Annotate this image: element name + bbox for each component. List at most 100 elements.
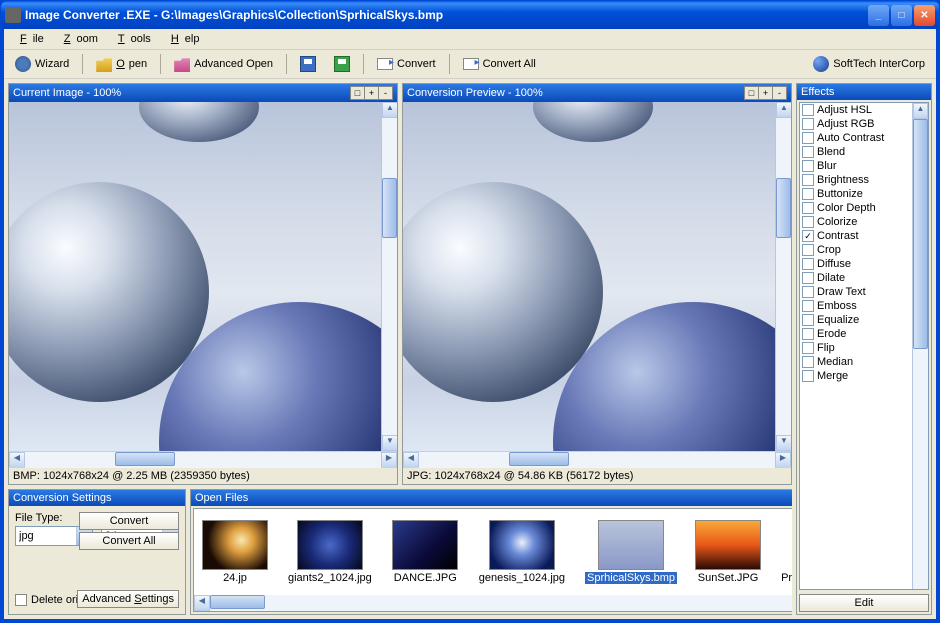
files-hscroll-thumb[interactable] (210, 595, 265, 609)
open-button[interactable]: Open (89, 53, 154, 75)
convert-all-button[interactable]: Convert All (456, 55, 543, 73)
hscroll-thumb[interactable] (115, 452, 175, 466)
file-thumbnail[interactable]: DANCE.JPG (392, 520, 459, 584)
close-button[interactable]: ✕ (914, 5, 935, 26)
advanced-settings-button[interactable]: Advanced Settings (77, 590, 179, 608)
effect-checkbox[interactable] (802, 202, 814, 214)
effect-checkbox[interactable] (802, 356, 814, 368)
hscroll-left[interactable]: ◀ (9, 452, 25, 468)
hscroll-right[interactable]: ▶ (775, 452, 791, 468)
effect-item[interactable]: Equalize (800, 313, 928, 327)
effect-checkbox[interactable] (802, 146, 814, 158)
settings-convert-button[interactable]: Convert (79, 512, 179, 530)
maximize-button[interactable]: □ (891, 5, 912, 26)
effect-item[interactable]: Blend (800, 145, 928, 159)
preview-image-view[interactable] (403, 102, 775, 451)
zoom-out-button[interactable]: - (378, 86, 393, 100)
effects-scroll-up[interactable]: ▲ (913, 103, 928, 119)
effect-checkbox[interactable] (802, 286, 814, 298)
effect-item[interactable]: ✓Contrast (800, 229, 928, 243)
effect-checkbox[interactable] (802, 314, 814, 326)
effect-checkbox[interactable] (802, 370, 814, 382)
effect-item[interactable]: Color Depth (800, 201, 928, 215)
vscroll-down[interactable]: ▼ (382, 435, 397, 451)
vscroll-track[interactable] (382, 118, 397, 435)
vscroll-thumb[interactable] (776, 178, 791, 238)
zoom-in-button[interactable]: + (758, 86, 773, 100)
effect-checkbox[interactable] (802, 188, 814, 200)
effects-scroll-thumb[interactable] (913, 119, 928, 349)
effect-item[interactable]: Erode (800, 327, 928, 341)
effects-edit-button[interactable]: Edit (799, 594, 929, 612)
file-type-input[interactable] (16, 527, 76, 545)
save-button-1[interactable] (293, 53, 323, 75)
effect-checkbox[interactable]: ✓ (802, 230, 814, 242)
effect-checkbox[interactable] (802, 244, 814, 256)
effect-checkbox[interactable] (802, 132, 814, 144)
file-thumbnail[interactable]: PreviewImage.jpg (779, 520, 792, 584)
file-thumbnail[interactable]: giants2_1024.jpg (286, 520, 374, 584)
vscroll-down[interactable]: ▼ (776, 435, 791, 451)
titlebar[interactable]: Image Converter .EXE - G:\Images\Graphic… (1, 1, 939, 29)
files-hscroll-left[interactable]: ◀ (194, 595, 210, 611)
effect-checkbox[interactable] (802, 272, 814, 284)
vscroll-up[interactable]: ▲ (382, 102, 397, 118)
vscroll-thumb[interactable] (382, 178, 397, 238)
convert-button[interactable]: Convert (370, 55, 443, 73)
minimize-button[interactable]: _ (868, 5, 889, 26)
hscroll-left[interactable]: ◀ (403, 452, 419, 468)
effect-checkbox[interactable] (802, 328, 814, 340)
effect-checkbox[interactable] (802, 258, 814, 270)
effect-item[interactable]: Draw Text (800, 285, 928, 299)
effect-item[interactable]: Flip (800, 341, 928, 355)
effect-checkbox[interactable] (802, 174, 814, 186)
vscroll-up[interactable]: ▲ (776, 102, 791, 118)
hscroll-track[interactable] (25, 452, 381, 468)
advanced-open-button[interactable]: Advanced Open (167, 53, 280, 75)
file-thumbnail[interactable]: SprhicalSkys.bmp (585, 520, 677, 584)
settings-convert-all-button[interactable]: Convert All (79, 532, 179, 550)
delete-originals-checkbox[interactable] (15, 594, 27, 606)
effect-item[interactable]: Merge (800, 369, 928, 383)
effect-item[interactable]: Diffuse (800, 257, 928, 271)
effect-item[interactable]: Dilate (800, 271, 928, 285)
vscroll-track[interactable] (776, 118, 791, 435)
effect-checkbox[interactable] (802, 160, 814, 172)
effect-checkbox[interactable] (802, 118, 814, 130)
save-button-2[interactable] (327, 53, 357, 75)
effect-checkbox[interactable] (802, 300, 814, 312)
effect-label: Flip (817, 342, 835, 354)
effect-item[interactable]: Colorize (800, 215, 928, 229)
current-image-view[interactable] (9, 102, 381, 451)
effect-item[interactable]: Crop (800, 243, 928, 257)
menu-file[interactable]: File (8, 31, 50, 47)
zoom-in-button[interactable]: + (364, 86, 379, 100)
effect-item[interactable]: Median (800, 355, 928, 369)
hscroll-thumb[interactable] (509, 452, 569, 466)
file-thumbnail[interactable]: SunSet.JPG (695, 520, 761, 584)
zoom-out-button[interactable]: - (772, 86, 787, 100)
file-thumbnail[interactable]: genesis_1024.jpg (477, 520, 567, 584)
menu-tools[interactable]: Tools (106, 31, 157, 47)
effect-item[interactable]: Blur (800, 159, 928, 173)
effect-item[interactable]: Adjust HSL (800, 103, 928, 117)
effect-checkbox[interactable] (802, 216, 814, 228)
hscroll-track[interactable] (419, 452, 775, 468)
effects-list[interactable]: Adjust HSLAdjust RGBAuto ContrastBlendBl… (799, 102, 929, 590)
panel-maximize-button[interactable]: □ (744, 86, 759, 100)
panel-maximize-button[interactable]: □ (350, 86, 365, 100)
effect-item[interactable]: Auto Contrast (800, 131, 928, 145)
file-thumbnail[interactable]: 24.jp (202, 520, 268, 584)
files-hscroll-track[interactable] (210, 595, 792, 611)
menu-zoom[interactable]: Zoom (52, 31, 104, 47)
effect-checkbox[interactable] (802, 342, 814, 354)
menu-help[interactable]: Help (159, 31, 206, 47)
brand-link[interactable]: SoftTech InterCorp (806, 53, 932, 75)
effect-item[interactable]: Emboss (800, 299, 928, 313)
hscroll-right[interactable]: ▶ (381, 452, 397, 468)
effect-checkbox[interactable] (802, 104, 814, 116)
wizard-button[interactable]: Wizard (8, 53, 76, 75)
effect-item[interactable]: Brightness (800, 173, 928, 187)
effect-item[interactable]: Buttonize (800, 187, 928, 201)
effect-item[interactable]: Adjust RGB (800, 117, 928, 131)
